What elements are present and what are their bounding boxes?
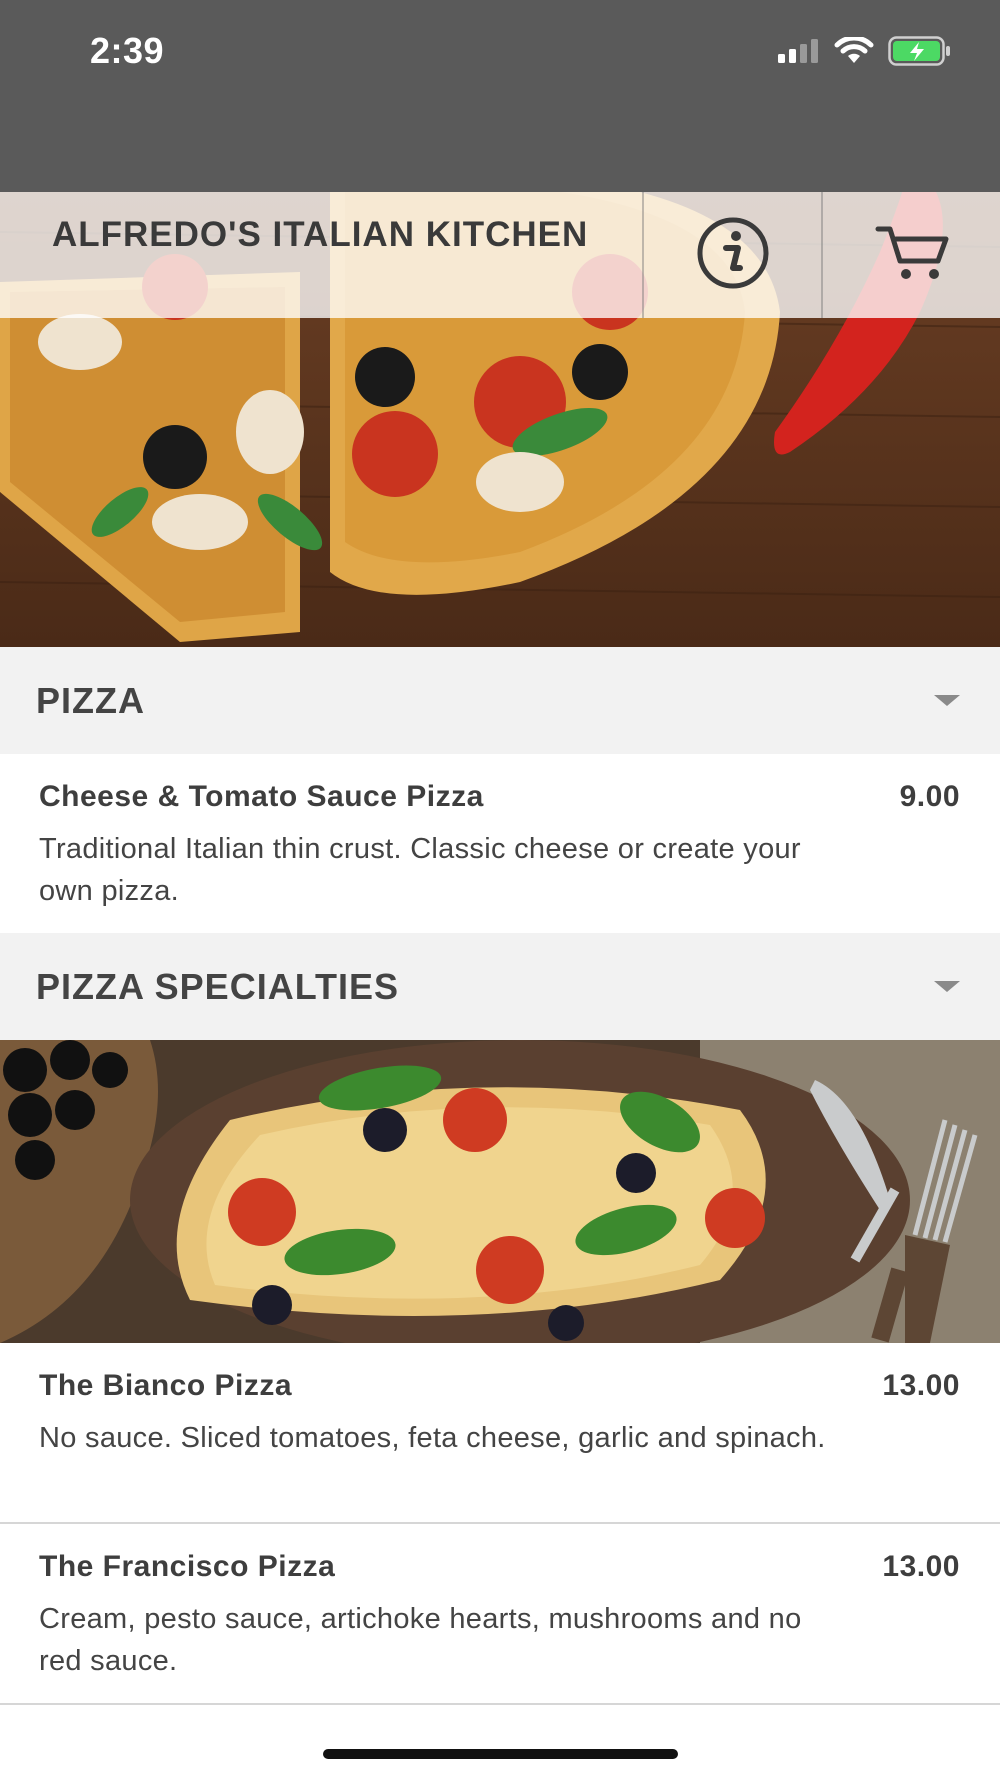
menu-item[interactable]: Cheese & Tomato Sauce Pizza 9.00 Traditi… <box>0 754 1000 934</box>
home-indicator[interactable] <box>323 1749 678 1759</box>
menu-item[interactable]: The Bianco Pizza 13.00 No sauce. Sliced … <box>0 1343 1000 1522</box>
cart-icon <box>874 223 950 288</box>
item-price: 9.00 <box>899 780 960 813</box>
item-price: 13.00 <box>882 1369 960 1402</box>
item-name: The Bianco Pizza <box>39 1369 293 1402</box>
section-title: PIZZA SPECIALTIES <box>36 965 400 1007</box>
status-time: 2:39 <box>90 30 165 71</box>
section-header-pizza-specialties[interactable]: PIZZA SPECIALTIES <box>0 933 1000 1040</box>
divider <box>0 1703 1000 1705</box>
item-description: Traditional Italian thin crust. Classic … <box>39 833 801 907</box>
item-price: 13.00 <box>882 1550 960 1583</box>
item-name: The Francisco Pizza <box>39 1550 336 1583</box>
item-name: Cheese & Tomato Sauce Pizza <box>39 780 484 813</box>
cart-button[interactable] <box>821 192 1000 318</box>
specialties-pizza-image <box>0 1040 1000 1343</box>
restaurant-name: ALFREDO'S ITALIAN KITCHEN <box>52 215 589 254</box>
section-title: PIZZA <box>36 679 145 721</box>
signal-icon <box>778 38 820 68</box>
menu-item[interactable]: The Francisco Pizza 13.00 Cream, pesto s… <box>0 1524 1000 1704</box>
item-description: Cream, pesto sauce, artichoke hearts, mu… <box>39 1603 802 1677</box>
chevron-down-icon <box>934 981 960 992</box>
battery-charging-icon <box>888 35 952 71</box>
wifi-icon <box>834 34 874 70</box>
app-header: ALFREDO'S ITALIAN KITCHEN <box>0 192 1000 318</box>
section-header-pizza[interactable]: PIZZA <box>0 647 1000 754</box>
item-description: No sauce. Sliced tomatoes, feta cheese, … <box>39 1422 826 1454</box>
info-icon <box>696 216 770 295</box>
status-icons <box>778 34 952 71</box>
chevron-down-icon <box>934 695 960 706</box>
info-button[interactable] <box>642 192 821 318</box>
status-bar: 2:39 <box>0 0 1000 192</box>
